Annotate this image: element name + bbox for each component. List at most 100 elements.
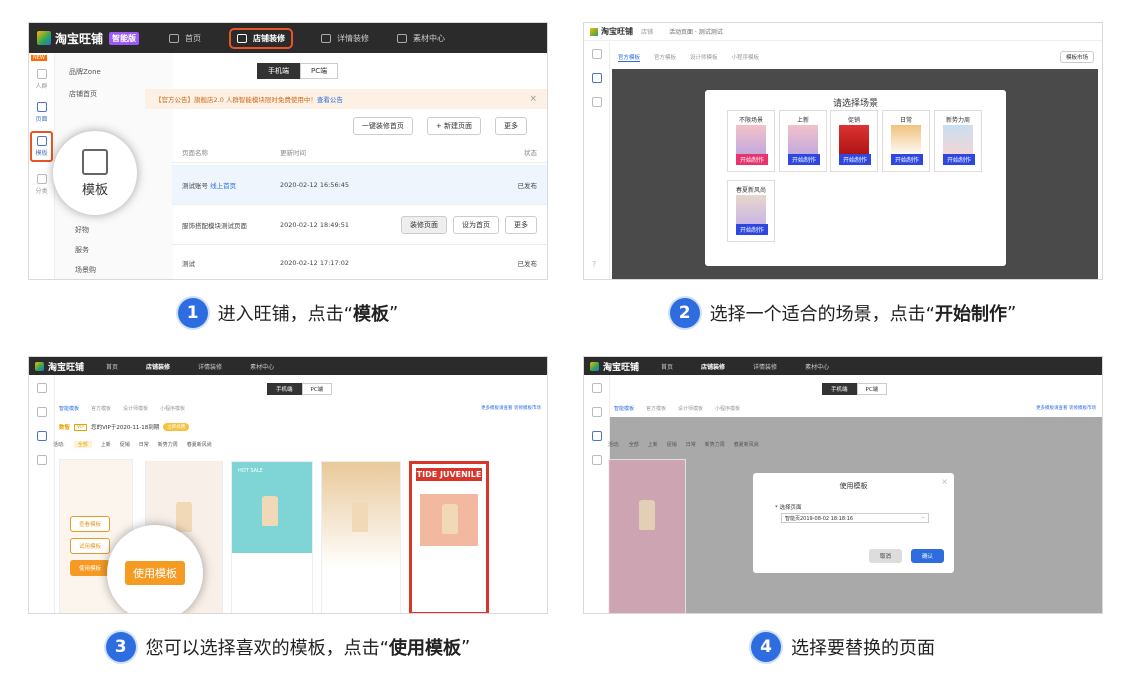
- tab-pc[interactable]: PC端: [300, 63, 339, 79]
- sidebar-template[interactable]: [584, 73, 609, 85]
- tab-mobile[interactable]: 手机端: [267, 383, 302, 395]
- filter-promo[interactable]: 促销: [667, 441, 677, 448]
- close-icon[interactable]: ×: [941, 477, 948, 486]
- close-icon[interactable]: ×: [529, 94, 537, 104]
- nav-material[interactable]: 素材中心: [805, 362, 829, 371]
- sidebar-crowd[interactable]: [584, 383, 609, 395]
- menu-item[interactable]: 品牌Zone: [55, 53, 173, 77]
- tab-pc[interactable]: PC端: [301, 383, 333, 395]
- sidebar-page[interactable]: [584, 407, 609, 419]
- scene-card[interactable]: 上新 开始制作: [779, 110, 827, 172]
- try-template-button[interactable]: 试用模板: [70, 538, 111, 554]
- tab-miniapp[interactable]: 小程序模板: [715, 405, 740, 412]
- one-click-decor-button[interactable]: 一键装修首页: [352, 117, 413, 135]
- sidebar-template[interactable]: [584, 431, 609, 443]
- table-row[interactable]: 测试 2020-02-12 17:17:02 已发布: [172, 245, 547, 279]
- nav-shop-decor[interactable]: 店铺装修: [146, 362, 170, 371]
- scene-card[interactable]: 促销 开始制作: [830, 110, 878, 172]
- filter-spring[interactable]: 春夏新风尚: [187, 441, 212, 448]
- start-button[interactable]: 开始制作: [943, 154, 975, 165]
- template-card[interactable]: [321, 461, 401, 613]
- start-button[interactable]: 开始制作: [736, 154, 768, 165]
- menu-item[interactable]: 好物: [75, 225, 89, 235]
- nav-shop-decor[interactable]: 店铺装修: [229, 27, 294, 49]
- sidebar-template[interactable]: 模板: [30, 131, 53, 162]
- nav-detail-decor[interactable]: 详情装修: [321, 33, 369, 44]
- start-button[interactable]: 开始制作: [788, 154, 820, 165]
- filter-promo[interactable]: 促销: [120, 441, 130, 448]
- preview-template-button[interactable]: 查看模板: [70, 516, 111, 532]
- decorate-page-button[interactable]: 装修页面: [401, 215, 447, 234]
- tab-smart[interactable]: 智能模板: [59, 405, 79, 412]
- tab-designer[interactable]: 设计师模板: [123, 405, 148, 412]
- tab-designer[interactable]: 设计师模板: [690, 53, 718, 62]
- tab-official[interactable]: 官方模板: [654, 53, 676, 62]
- sidebar-category[interactable]: 分类: [29, 174, 54, 195]
- sidebar-crowd[interactable]: [29, 383, 54, 395]
- more-button[interactable]: 更多: [495, 117, 527, 135]
- filter-new[interactable]: 上新: [101, 441, 111, 448]
- template-card[interactable]: HOT SALE: [231, 461, 313, 613]
- filter-daily[interactable]: 日常: [139, 441, 149, 448]
- confirm-button[interactable]: 确认: [910, 549, 944, 563]
- tab-smart[interactable]: 官方模板: [618, 53, 641, 62]
- menu-item[interactable]: 场景购: [75, 265, 96, 275]
- table-row[interactable]: 服饰搭配模块测试页面 2020-02-12 18:49:51 装修页面 设为首页…: [172, 205, 547, 245]
- table-row[interactable]: 测试账号 线上首页 2020-02-12 16:56:45 已发布: [172, 165, 547, 205]
- scene-card[interactable]: 不限场景 开始制作: [727, 110, 775, 172]
- notice-link[interactable]: 查看公告: [317, 94, 343, 104]
- use-template-button[interactable]: 使用模板: [70, 560, 111, 576]
- nav-home[interactable]: 首页: [661, 362, 673, 371]
- filter-newforce[interactable]: 新势力周: [158, 441, 178, 448]
- nav-home[interactable]: 首页: [106, 362, 118, 371]
- help-icon[interactable]: ?: [592, 260, 596, 269]
- tab-mobile[interactable]: 手机端: [257, 63, 300, 79]
- filter-new[interactable]: 上新: [648, 441, 658, 448]
- tab-smart[interactable]: 智能模板: [614, 405, 634, 412]
- sidebar-item[interactable]: [584, 97, 609, 109]
- start-button[interactable]: 开始制作: [891, 154, 923, 165]
- scene-card[interactable]: 新势力周 开始制作: [934, 110, 982, 172]
- nav-detail-decor[interactable]: 详情装修: [198, 362, 222, 371]
- row-more-button[interactable]: 更多: [505, 215, 537, 234]
- nav-home[interactable]: 首页: [169, 33, 201, 44]
- sidebar-page[interactable]: 页面: [29, 102, 54, 123]
- filter-all[interactable]: 全部: [73, 441, 92, 448]
- cancel-button[interactable]: 取消: [868, 549, 902, 563]
- sidebar-item[interactable]: [584, 49, 609, 61]
- scene-card[interactable]: 春夏新风尚 开始制作: [727, 180, 775, 242]
- template-card[interactable]: [608, 459, 686, 613]
- filter-spring[interactable]: 春夏新风尚: [734, 441, 759, 448]
- page-selector[interactable]: 活动页面 · 测试测试: [669, 27, 723, 36]
- template-market-link[interactable]: 更多模板请查看 装修模板市场: [481, 405, 541, 411]
- tab-pc[interactable]: PC端: [856, 383, 888, 395]
- sidebar-crowd[interactable]: 人群: [29, 69, 54, 90]
- filter-daily[interactable]: 日常: [686, 441, 696, 448]
- nav-material[interactable]: 素材中心: [250, 362, 274, 371]
- page-select[interactable]: 智能页2019-08-02 18:18:16 ⌄: [781, 513, 929, 523]
- filter-all[interactable]: 全部: [629, 441, 639, 448]
- template-card[interactable]: TIDE JUVENILE: [409, 461, 489, 613]
- tab-official[interactable]: 官方模板: [646, 405, 666, 412]
- sidebar-category[interactable]: [584, 455, 609, 467]
- tab-miniapp[interactable]: 小程序模板: [160, 405, 185, 412]
- menu-item[interactable]: 服务: [75, 245, 89, 255]
- renew-button[interactable]: 立即续费: [163, 423, 190, 431]
- sidebar-category[interactable]: [29, 455, 54, 467]
- template-market-link[interactable]: 更多模板请查看 装修模板市场: [1036, 405, 1096, 411]
- tab-official[interactable]: 官方模板: [91, 405, 111, 412]
- nav-shop-decor[interactable]: 店铺装修: [701, 362, 725, 371]
- nav-detail-decor[interactable]: 详情装修: [753, 362, 777, 371]
- filter-newforce[interactable]: 新势力周: [705, 441, 725, 448]
- sidebar-page[interactable]: [29, 407, 54, 419]
- nav-material[interactable]: 素材中心: [397, 33, 445, 44]
- new-page-button[interactable]: + 新建页面: [426, 117, 481, 135]
- tab-designer[interactable]: 设计师模板: [678, 405, 703, 412]
- sidebar-template[interactable]: [29, 431, 54, 443]
- tab-miniapp[interactable]: 小程序模板: [732, 53, 760, 62]
- template-market-button[interactable]: 模板市场: [1059, 51, 1094, 63]
- scene-card[interactable]: 日常 开始制作: [882, 110, 930, 172]
- tab-mobile[interactable]: 手机端: [822, 383, 857, 395]
- start-button[interactable]: 开始制作: [736, 224, 768, 235]
- start-button[interactable]: 开始制作: [839, 154, 871, 165]
